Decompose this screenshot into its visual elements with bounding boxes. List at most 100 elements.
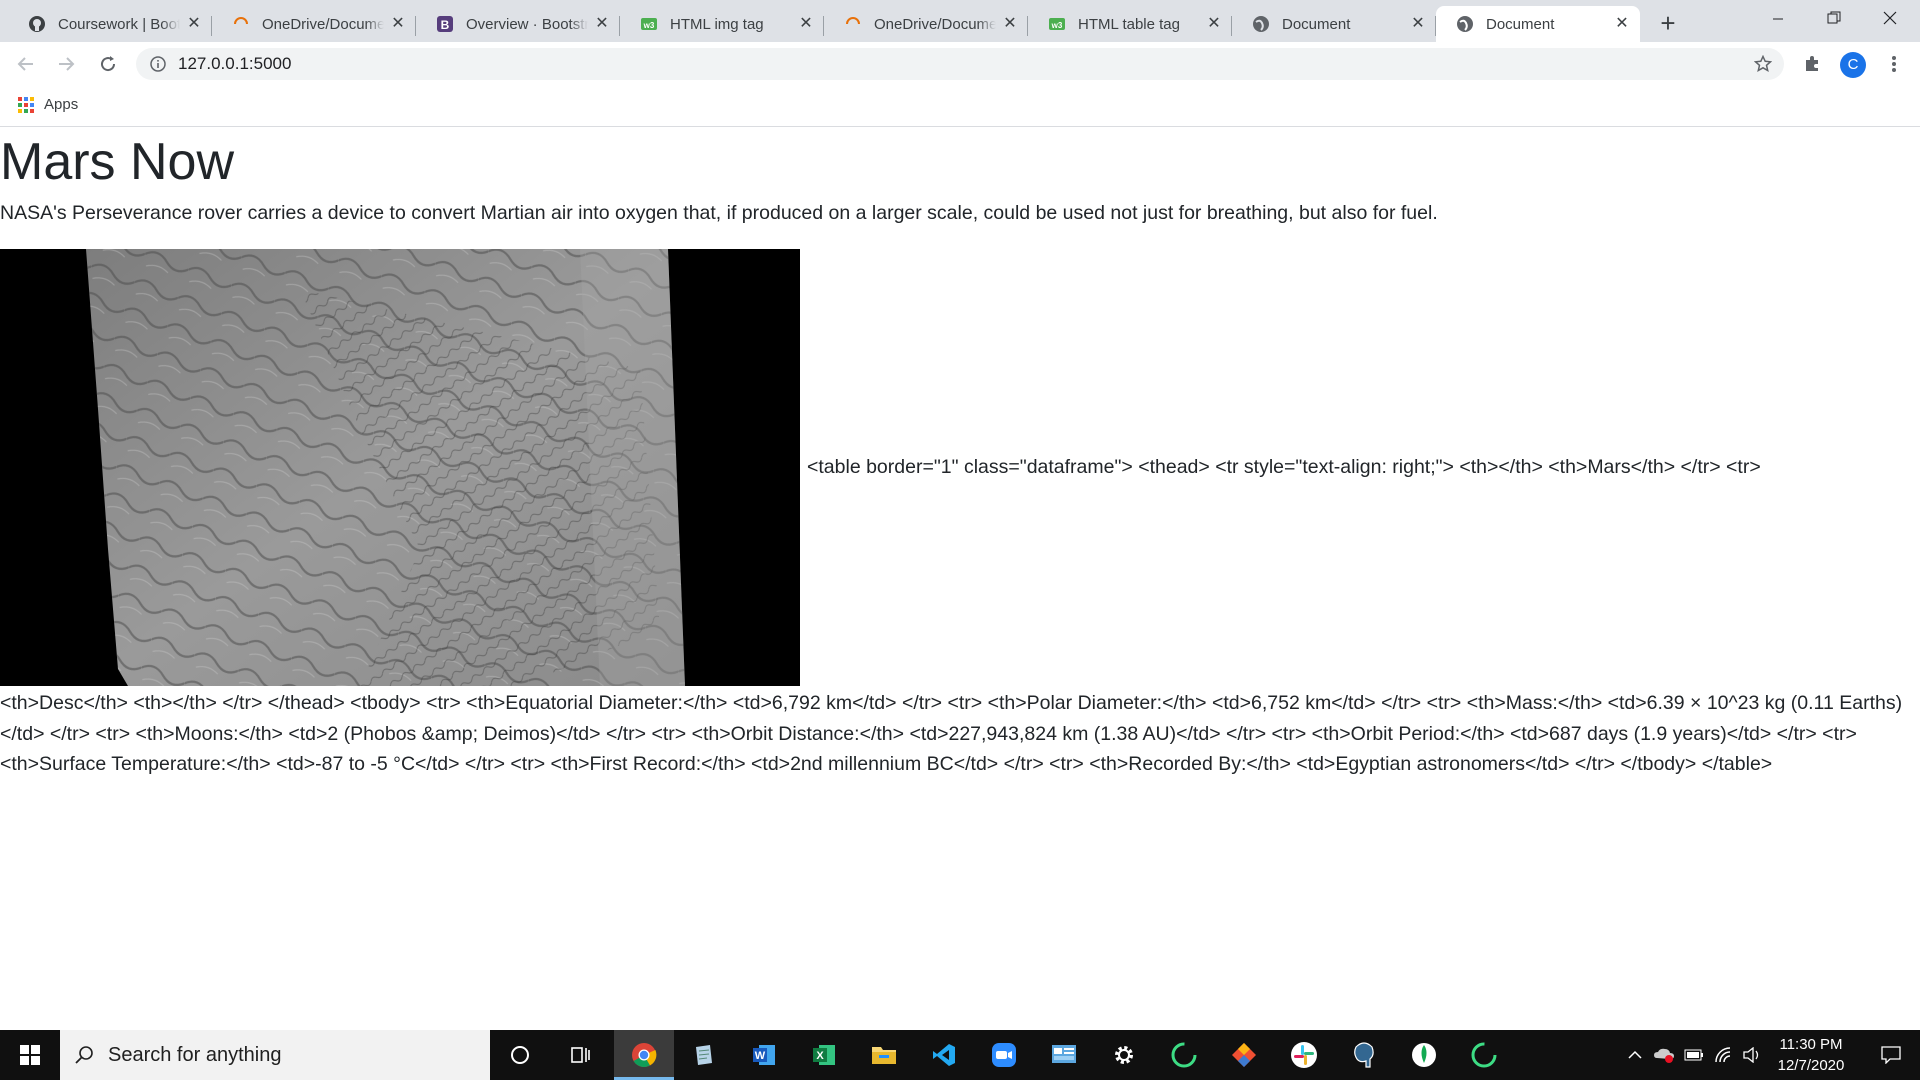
apps-shortcut[interactable]: Apps bbox=[18, 96, 78, 113]
globe-icon bbox=[1252, 15, 1270, 33]
tab-coursework[interactable]: Coursework | Boot ✕ bbox=[8, 6, 212, 42]
loading-ring-icon[interactable] bbox=[1154, 1030, 1214, 1080]
raw-table-html-start: <table border="1" class="dataframe"> <th… bbox=[807, 456, 1761, 478]
info-icon[interactable] bbox=[150, 56, 166, 72]
control-panel-icon[interactable] bbox=[1034, 1030, 1094, 1080]
address-bar[interactable]: 127.0.0.1:5000 bbox=[136, 48, 1784, 80]
url-text: 127.0.0.1:5000 bbox=[178, 54, 292, 73]
minimize-button[interactable] bbox=[1750, 0, 1806, 38]
news-description: NASA's Perseverance rover carries a devi… bbox=[0, 202, 1438, 224]
search-placeholder: Search for anything bbox=[108, 1043, 282, 1066]
system-clock[interactable]: 11:30 PM 12/7/2020 bbox=[1766, 1034, 1856, 1076]
page-title: Mars Now bbox=[0, 133, 235, 191]
postgres-icon[interactable] bbox=[1334, 1030, 1394, 1080]
tab-onedrive-1[interactable]: OneDrive/Docume ✕ bbox=[212, 6, 416, 42]
show-hidden-icons-chevron-icon[interactable] bbox=[1622, 1030, 1648, 1080]
tab-html-table-tag[interactable]: w3 HTML table tag ✕ bbox=[1028, 6, 1232, 42]
onedrive-error-icon[interactable] bbox=[1650, 1030, 1678, 1080]
word-icon[interactable]: W bbox=[734, 1030, 794, 1080]
battery-icon[interactable] bbox=[1680, 1030, 1708, 1080]
new-tab-button[interactable]: + bbox=[1652, 8, 1684, 40]
close-tab-icon[interactable]: ✕ bbox=[1206, 16, 1222, 32]
notepad-icon[interactable] bbox=[674, 1030, 734, 1080]
apps-label: Apps bbox=[44, 96, 79, 113]
close-tab-icon[interactable]: ✕ bbox=[186, 16, 202, 32]
bookmarks-bar: Apps bbox=[0, 86, 1920, 127]
back-button[interactable] bbox=[10, 48, 42, 80]
tab-title: Coursework | Boot bbox=[58, 15, 180, 33]
kebab-menu-icon bbox=[1892, 56, 1896, 72]
clock-date: 12/7/2020 bbox=[1777, 1057, 1845, 1074]
svg-text:w3: w3 bbox=[643, 21, 655, 30]
mars-featured-image bbox=[0, 249, 800, 686]
tab-title: Document bbox=[1282, 15, 1351, 33]
close-tab-icon[interactable]: ✕ bbox=[1410, 16, 1426, 32]
start-button[interactable] bbox=[0, 1030, 60, 1080]
git-icon[interactable] bbox=[1214, 1030, 1274, 1080]
mongodb-icon[interactable] bbox=[1394, 1030, 1454, 1080]
tab-title: HTML img tag bbox=[670, 15, 764, 33]
wifi-icon[interactable] bbox=[1710, 1030, 1738, 1080]
tab-document-1[interactable]: Document ✕ bbox=[1232, 6, 1436, 42]
zoom-icon[interactable] bbox=[974, 1030, 1034, 1080]
onedrive-loading-icon bbox=[844, 15, 862, 33]
reload-button[interactable] bbox=[92, 48, 124, 80]
forward-arrow-icon bbox=[59, 57, 75, 71]
chrome-icon[interactable] bbox=[614, 1030, 674, 1080]
settings-icon[interactable] bbox=[1094, 1030, 1154, 1080]
windows-taskbar: Search for anything W X 11:30 PM 12/7/20… bbox=[0, 1030, 1920, 1080]
clock-time: 11:30 PM bbox=[1779, 1036, 1843, 1053]
forward-button[interactable] bbox=[50, 48, 82, 80]
slack-icon[interactable] bbox=[1274, 1030, 1334, 1080]
svg-text:B: B bbox=[441, 18, 450, 32]
web-page: Mars Now NASA's Perseverance rover carri… bbox=[0, 127, 1920, 1030]
svg-text:W: W bbox=[755, 1050, 766, 1062]
search-icon bbox=[75, 1046, 93, 1064]
close-tab-icon[interactable]: ✕ bbox=[594, 16, 610, 32]
cortana-icon[interactable] bbox=[490, 1030, 550, 1080]
github-icon bbox=[28, 15, 46, 33]
tab-title: OneDrive/Docume bbox=[874, 15, 996, 33]
bootstrap-icon: B bbox=[436, 15, 454, 33]
tab-onedrive-2[interactable]: OneDrive/Docume ✕ bbox=[824, 6, 1028, 42]
w3schools-icon: w3 bbox=[1048, 15, 1066, 33]
close-tab-icon[interactable]: ✕ bbox=[1614, 16, 1630, 32]
loading-ring-icon[interactable] bbox=[1454, 1030, 1514, 1080]
windows-logo-icon bbox=[20, 1045, 40, 1065]
taskbar-search[interactable]: Search for anything bbox=[60, 1030, 490, 1080]
tab-html-img-tag[interactable]: w3 HTML img tag ✕ bbox=[620, 6, 824, 42]
tab-title: Document bbox=[1486, 15, 1555, 33]
tab-document-active[interactable]: Document ✕ bbox=[1436, 6, 1640, 42]
excel-icon[interactable]: X bbox=[794, 1030, 854, 1080]
tab-title: OneDrive/Docume bbox=[262, 15, 384, 33]
close-tab-icon[interactable]: ✕ bbox=[798, 16, 814, 32]
tab-bootstrap-overview[interactable]: B Overview · Bootstr ✕ bbox=[416, 6, 620, 42]
tab-title: HTML table tag bbox=[1078, 15, 1180, 33]
extensions-button[interactable] bbox=[1796, 48, 1828, 80]
task-view-icon[interactable] bbox=[550, 1030, 610, 1080]
close-tab-icon[interactable]: ✕ bbox=[1002, 16, 1018, 32]
globe-icon bbox=[1456, 15, 1474, 33]
menu-button[interactable] bbox=[1878, 48, 1910, 80]
apps-grid-icon bbox=[18, 96, 34, 113]
puzzle-icon bbox=[1806, 56, 1818, 71]
notification-center-icon[interactable] bbox=[1862, 1030, 1920, 1080]
svg-text:w3: w3 bbox=[1051, 21, 1063, 30]
file-explorer-icon[interactable] bbox=[854, 1030, 914, 1080]
onedrive-loading-icon bbox=[232, 15, 250, 33]
raw-table-html: <th>Desc</th> <th></th> </tr> </thead> <… bbox=[0, 692, 1903, 775]
w3schools-icon: w3 bbox=[640, 15, 658, 33]
close-tab-icon[interactable]: ✕ bbox=[390, 16, 406, 32]
bookmark-star-icon[interactable] bbox=[1754, 55, 1772, 73]
close-window-button[interactable] bbox=[1862, 0, 1918, 38]
restore-button[interactable] bbox=[1806, 0, 1862, 38]
svg-text:X: X bbox=[816, 1050, 824, 1062]
tab-strip: Coursework | Boot ✕ OneDrive/Docume ✕ B … bbox=[0, 0, 1920, 42]
tab-title: Overview · Bootstr bbox=[466, 15, 588, 33]
browser-toolbar: 127.0.0.1:5000 bbox=[0, 42, 1920, 86]
volume-icon[interactable] bbox=[1738, 1030, 1766, 1080]
vscode-icon[interactable] bbox=[914, 1030, 974, 1080]
profile-avatar[interactable]: C bbox=[1840, 52, 1866, 78]
reload-icon bbox=[101, 56, 116, 72]
back-arrow-icon bbox=[17, 57, 33, 71]
